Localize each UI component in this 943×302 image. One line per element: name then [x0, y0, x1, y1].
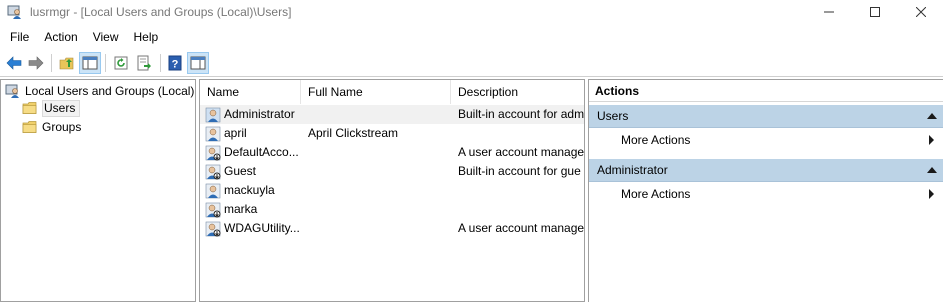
more-actions-label: More Actions: [621, 133, 691, 147]
folder-icon: [22, 119, 38, 135]
menu-action[interactable]: Action: [36, 27, 84, 47]
menu-view[interactable]: View: [85, 27, 126, 47]
forward-icon: [28, 56, 44, 70]
show-hide-action-pane-icon: [190, 56, 206, 70]
tree-item-groups-label: Groups: [42, 120, 82, 134]
tree-item-groups[interactable]: Groups: [22, 118, 81, 136]
list-header: Name Full Name Description: [200, 80, 584, 104]
row-name: WDAGUtility...: [224, 221, 300, 235]
actions-title: Actions: [589, 80, 943, 102]
actions-section-label: Users: [597, 109, 629, 123]
collapse-arrow-icon[interactable]: [927, 167, 937, 173]
tree-item-users[interactable]: Users: [22, 99, 81, 117]
table-row[interactable]: Guest Built-in account for gue: [200, 162, 584, 181]
row-name: DefaultAcco...: [224, 145, 299, 159]
back-icon: [6, 56, 22, 70]
row-full-name: [308, 143, 451, 162]
help-button[interactable]: ?: [164, 52, 186, 74]
actions-pane: Actions Users More Actions Administrator…: [588, 79, 943, 302]
close-button[interactable]: [898, 0, 943, 24]
show-hide-tree-button[interactable]: [79, 52, 101, 74]
table-row[interactable]: april April Clickstream: [200, 124, 584, 143]
tree-root-local-users-and-groups[interactable]: Local Users and Groups (Local): [5, 82, 194, 100]
row-description: A user account manage: [458, 145, 584, 159]
disabled-user-icon: [205, 202, 221, 217]
toolbar: ?: [0, 49, 943, 77]
row-name: april: [224, 126, 247, 140]
toolbar-separator: [51, 54, 52, 72]
menu-bar: File Action View Help: [0, 27, 943, 47]
back-button[interactable]: [3, 52, 25, 74]
row-description: A user account manage: [458, 221, 584, 235]
maximize-button[interactable]: [852, 0, 898, 24]
row-full-name: [308, 219, 451, 238]
user-icon: [205, 183, 221, 198]
table-row[interactable]: marka: [200, 200, 584, 219]
users-list-view: Name Full Name Description Administrator…: [199, 79, 585, 302]
user-icon: [205, 107, 221, 122]
more-actions-users[interactable]: More Actions: [589, 129, 943, 151]
users-computer-icon: [5, 83, 21, 99]
column-header-full-name[interactable]: Full Name: [301, 80, 451, 104]
submenu-arrow-icon: [929, 189, 934, 199]
row-description: [458, 181, 584, 200]
row-full-name: [308, 181, 451, 200]
up-folder-button[interactable]: [56, 52, 78, 74]
table-row[interactable]: DefaultAcco... A user account manage: [200, 143, 584, 162]
folder-icon: [22, 100, 38, 116]
refresh-button[interactable]: [110, 52, 132, 74]
collapse-arrow-icon[interactable]: [927, 113, 937, 119]
forward-button[interactable]: [25, 52, 47, 74]
close-icon: [916, 7, 926, 17]
row-full-name: [308, 105, 451, 124]
row-description: Built-in account for gue: [458, 164, 581, 178]
tree-item-users-label: Users: [42, 99, 81, 117]
row-description: [458, 200, 584, 219]
table-row[interactable]: WDAGUtility... A user account manage: [200, 219, 584, 238]
more-actions-label: More Actions: [621, 187, 691, 201]
column-header-name[interactable]: Name: [200, 80, 301, 104]
tree-root-label: Local Users and Groups (Local): [25, 84, 195, 98]
actions-section-label: Administrator: [597, 163, 668, 177]
row-name: mackuyla: [224, 183, 275, 197]
minimize-icon: [824, 11, 834, 13]
svg-text:?: ?: [172, 59, 179, 71]
row-full-name: [308, 200, 451, 219]
toolbar-separator: [160, 54, 161, 72]
disabled-user-icon: [205, 145, 221, 160]
disabled-user-icon: [205, 164, 221, 179]
export-list-icon: [137, 55, 151, 71]
row-full-name: April Clickstream: [308, 126, 399, 140]
refresh-icon: [114, 56, 128, 70]
users-app-icon: [7, 4, 23, 20]
toolbar-separator: [105, 54, 106, 72]
window-title: lusrmgr - [Local Users and Groups (Local…: [30, 5, 292, 19]
disabled-user-icon: [205, 221, 221, 236]
help-icon: ?: [168, 55, 182, 71]
row-full-name: [308, 162, 451, 181]
console-tree: Local Users and Groups (Local) Users Gro…: [0, 79, 196, 302]
show-hide-tree-icon: [82, 56, 98, 70]
table-row[interactable]: mackuyla: [200, 181, 584, 200]
submenu-arrow-icon: [929, 135, 934, 145]
show-hide-action-pane-button[interactable]: [187, 52, 209, 74]
actions-section-users[interactable]: Users: [589, 105, 943, 128]
more-actions-administrator[interactable]: More Actions: [589, 183, 943, 205]
table-row[interactable]: Administrator Built-in account for adm: [200, 105, 584, 124]
actions-section-administrator[interactable]: Administrator: [589, 159, 943, 182]
export-list-button[interactable]: [133, 52, 155, 74]
title-bar: lusrmgr - [Local Users and Groups (Local…: [0, 0, 943, 24]
menu-help[interactable]: Help: [126, 27, 166, 47]
column-header-description[interactable]: Description: [451, 80, 584, 104]
row-name: Guest: [224, 164, 257, 178]
up-folder-icon: [59, 57, 74, 70]
menu-file[interactable]: File: [0, 27, 36, 47]
maximize-icon: [870, 7, 880, 17]
row-name: Administrator: [224, 107, 295, 121]
row-name: marka: [224, 202, 258, 216]
user-icon: [205, 126, 221, 141]
row-description: [458, 124, 584, 143]
row-description: Built-in account for adm: [458, 107, 584, 121]
minimize-button[interactable]: [806, 0, 852, 24]
